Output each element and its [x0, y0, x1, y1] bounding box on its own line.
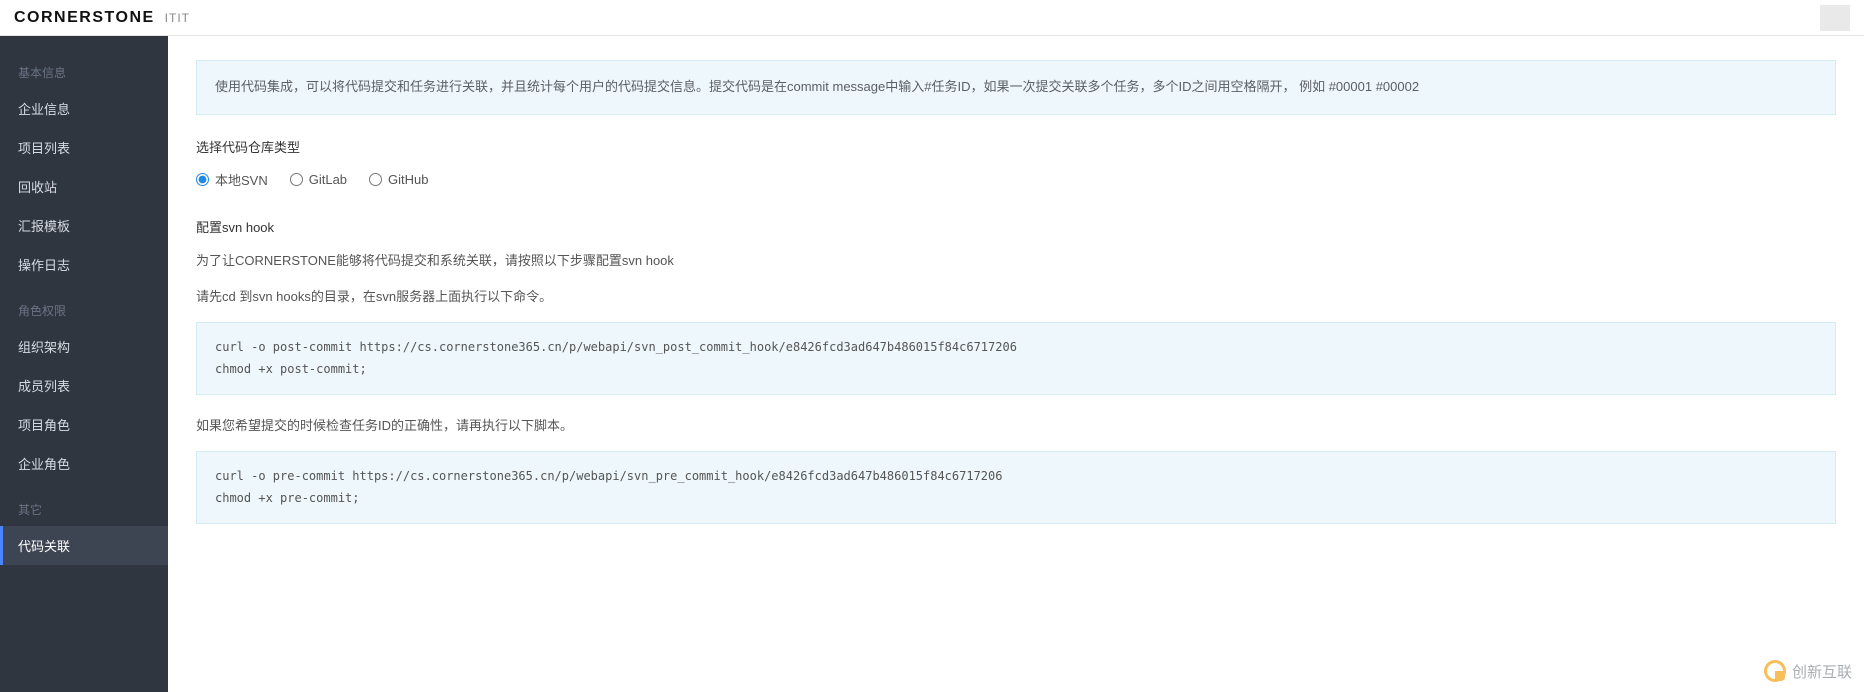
sidebar-item-company-role[interactable]: 企业角色 — [0, 444, 168, 483]
code-block-pre-commit: curl -o pre-commit https://cs.cornerston… — [196, 451, 1836, 524]
watermark-text: 创新互联 — [1792, 661, 1852, 682]
radio-option-github[interactable]: GitHub — [369, 172, 428, 187]
sidebar-item-report-template[interactable]: 汇报模板 — [0, 206, 168, 245]
sidebar-item-code-link[interactable]: 代码关联 — [0, 526, 168, 565]
svn-desc-2: 请先cd 到svn hooks的目录，在svn服务器上面执行以下命令。 — [196, 286, 1836, 308]
radio-input-svn[interactable] — [196, 173, 209, 186]
avatar[interactable] — [1820, 5, 1850, 31]
code-block-post-commit: curl -o post-commit https://cs.cornersto… — [196, 322, 1836, 395]
radio-label: 本地SVN — [215, 170, 268, 189]
radio-label: GitHub — [388, 172, 428, 187]
radio-option-svn[interactable]: 本地SVN — [196, 170, 268, 189]
sidebar-item-project-role[interactable]: 项目角色 — [0, 405, 168, 444]
main-content: 使用代码集成，可以将代码提交和任务进行关联，并且统计每个用户的代码提交信息。提交… — [168, 36, 1864, 692]
repo-type-label: 选择代码仓库类型 — [196, 137, 1836, 156]
radio-option-gitlab[interactable]: GitLab — [290, 172, 347, 187]
brand-sub: ITIT — [165, 11, 190, 25]
svn-desc-3: 如果您希望提交的时候检查任务ID的正确性，请再执行以下脚本。 — [196, 415, 1836, 437]
watermark: 创新互联 — [1764, 660, 1852, 682]
sidebar-item-operation-log[interactable]: 操作日志 — [0, 245, 168, 284]
sidebar-section-roles: 角色权限 组织架构 成员列表 项目角色 企业角色 — [0, 294, 168, 483]
main-container: 基本信息 企业信息 项目列表 回收站 汇报模板 操作日志 角色权限 组织架构 成… — [0, 36, 1864, 692]
sidebar-item-org-structure[interactable]: 组织架构 — [0, 327, 168, 366]
radio-group-repo-type: 本地SVN GitLab GitHub — [196, 170, 1836, 189]
sidebar-section-title: 基本信息 — [0, 56, 168, 89]
svn-desc-1: 为了让CORNERSTONE能够将代码提交和系统关联，请按照以下步骤配置svn … — [196, 250, 1836, 272]
sidebar-item-member-list[interactable]: 成员列表 — [0, 366, 168, 405]
sidebar-section-title: 其它 — [0, 493, 168, 526]
info-banner: 使用代码集成，可以将代码提交和任务进行关联，并且统计每个用户的代码提交信息。提交… — [196, 60, 1836, 115]
sidebar-item-project-list[interactable]: 项目列表 — [0, 128, 168, 167]
watermark-icon — [1764, 660, 1786, 682]
sidebar-item-company-info[interactable]: 企业信息 — [0, 89, 168, 128]
sidebar-item-recycle-bin[interactable]: 回收站 — [0, 167, 168, 206]
radio-input-gitlab[interactable] — [290, 173, 303, 186]
sidebar-section-title: 角色权限 — [0, 294, 168, 327]
sidebar-section-other: 其它 代码关联 — [0, 493, 168, 565]
sidebar-section-basic: 基本信息 企业信息 项目列表 回收站 汇报模板 操作日志 — [0, 56, 168, 284]
top-bar: CORNERSTONE ITIT — [0, 0, 1864, 36]
sidebar: 基本信息 企业信息 项目列表 回收站 汇报模板 操作日志 角色权限 组织架构 成… — [0, 36, 168, 692]
svn-hook-heading: 配置svn hook — [196, 217, 1836, 236]
radio-input-github[interactable] — [369, 173, 382, 186]
brand-logo: CORNERSTONE — [14, 9, 155, 27]
radio-label: GitLab — [309, 172, 347, 187]
